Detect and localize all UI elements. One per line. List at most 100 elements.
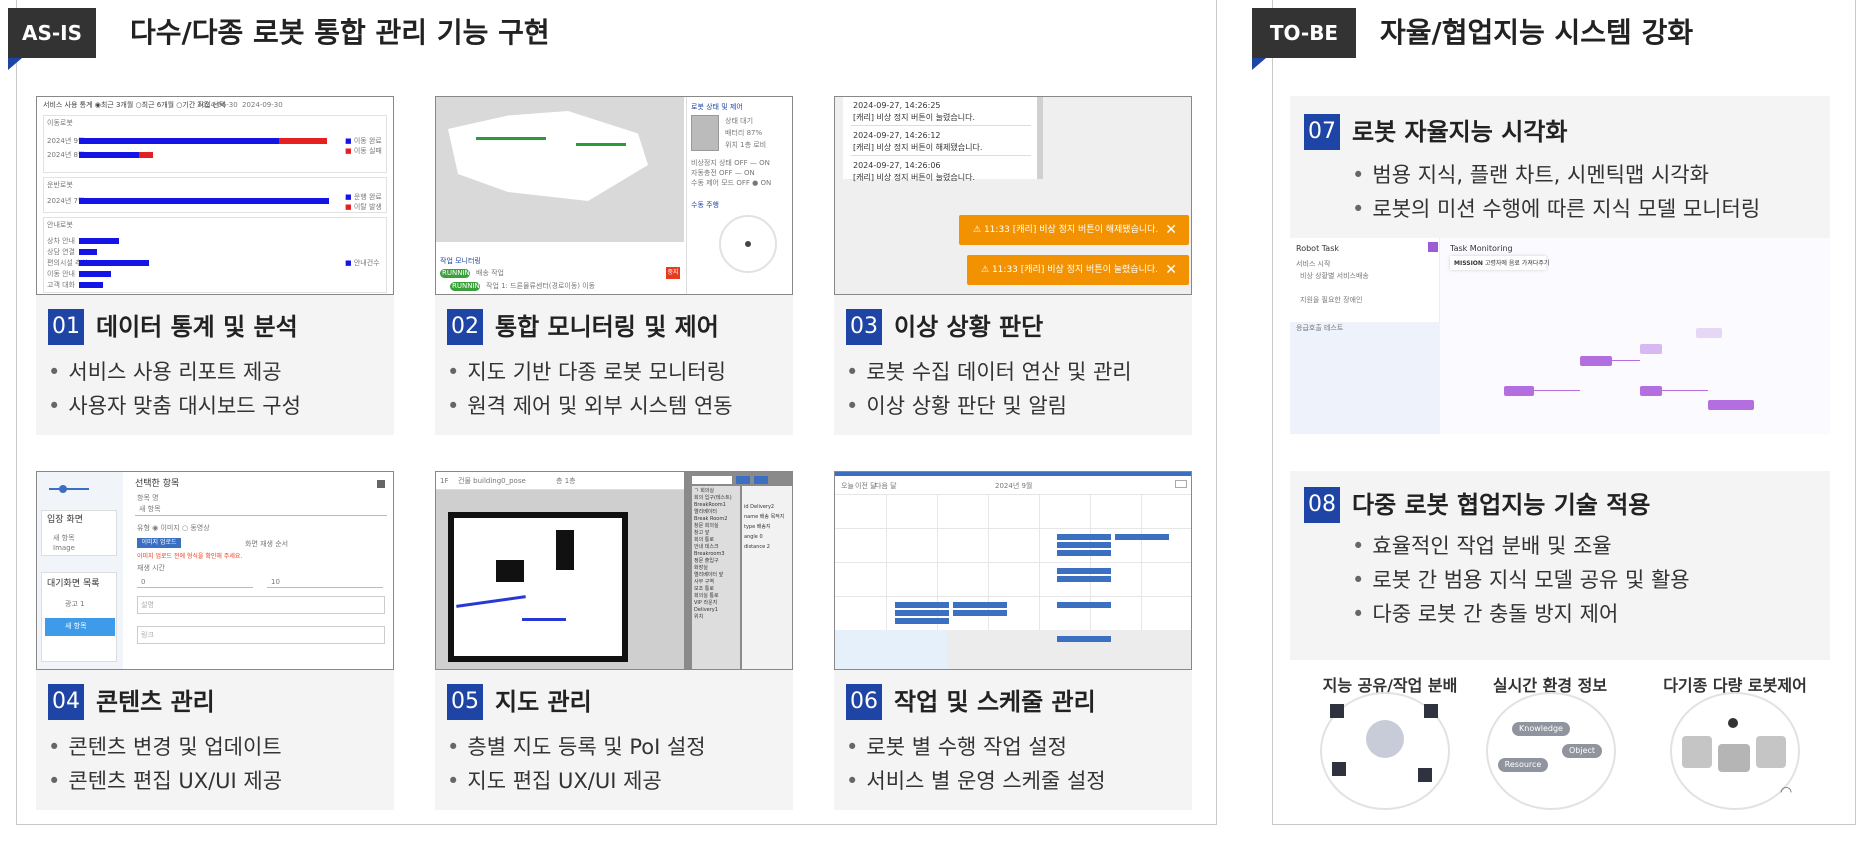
close-icon[interactable]: ✕ bbox=[1165, 255, 1177, 285]
poi-save-button[interactable] bbox=[754, 476, 768, 484]
card-number: 06 bbox=[846, 684, 882, 720]
calendar-event[interactable] bbox=[895, 602, 949, 608]
row-c4: 이동 안내 bbox=[47, 270, 75, 278]
bar-a1-red bbox=[279, 138, 327, 144]
task-item[interactable]: 비상 상황별 서비스배송 bbox=[1300, 272, 1369, 281]
upload-hint: 이미지 업로드 전에 형식을 확인해 주세요. bbox=[137, 553, 243, 560]
prev-month-button[interactable]: 이전 달 bbox=[855, 482, 877, 491]
slider-handle[interactable] bbox=[59, 485, 67, 493]
plan-node[interactable] bbox=[1640, 344, 1662, 354]
toast-text: 11:33 [캐리] 비상 정지 버튼이 눌렸습니다. bbox=[991, 265, 1158, 275]
robot-icon bbox=[1682, 736, 1712, 768]
card-body: 06 작업 및 스케줄 관리 로봇 별 수행 작업 설정 서비스 별 운영 스케… bbox=[834, 670, 1192, 810]
idle-list-item-label: 새 항목 bbox=[65, 622, 87, 630]
calendar-event[interactable] bbox=[1057, 636, 1111, 642]
select-value: 0 bbox=[141, 578, 146, 586]
row-c1: 상차 안내 bbox=[47, 237, 75, 245]
building-select[interactable]: 건물 building0_pose bbox=[458, 477, 526, 486]
poi-select[interactable] bbox=[692, 476, 732, 484]
calendar-event[interactable] bbox=[1057, 534, 1111, 540]
close-icon[interactable]: ✕ bbox=[1165, 215, 1177, 245]
floor-plan-block bbox=[496, 560, 524, 582]
calendar-event[interactable] bbox=[953, 610, 1007, 616]
task-item[interactable]: 지원을 필요한 장애인 bbox=[1300, 296, 1362, 305]
anomaly-screenshot: 2024-09-27, 14:26:25 [캐리] 비상 정지 버튼이 눌렸습니… bbox=[834, 96, 1192, 295]
card-title: 로봇 자율지능 시각화 bbox=[1352, 118, 1568, 146]
floor-plan bbox=[448, 512, 628, 662]
calendar-event[interactable] bbox=[1057, 542, 1111, 548]
toggle-row[interactable]: 수동 제어 모드 OFF ● ON bbox=[691, 179, 771, 188]
calendar-event[interactable] bbox=[1057, 550, 1111, 556]
plan-node[interactable] bbox=[1580, 356, 1612, 366]
map-path bbox=[576, 143, 626, 146]
select-field[interactable] bbox=[267, 574, 383, 588]
stop-button[interactable]: 중지 bbox=[666, 267, 680, 279]
idle-screen-label: 입장 화면 bbox=[47, 515, 83, 525]
bar-b1-blue bbox=[79, 198, 329, 204]
robot-image bbox=[691, 115, 719, 151]
month-label: 2024년 9월 bbox=[995, 482, 1033, 490]
today-button[interactable]: 오늘 bbox=[841, 482, 854, 491]
card-number: 08 bbox=[1304, 487, 1340, 523]
plan-node[interactable] bbox=[1696, 328, 1722, 338]
plan-node[interactable] bbox=[1640, 386, 1662, 396]
bullet-item: 콘텐츠 편집 UX/UI 제공 bbox=[48, 766, 282, 796]
plan-node[interactable] bbox=[1708, 400, 1754, 410]
card-title: 다중 로봇 협업지능 기술 적용 bbox=[1352, 491, 1651, 519]
next-month-button[interactable]: 다음 달 bbox=[875, 482, 897, 491]
section-b bbox=[43, 177, 387, 213]
toggle-row[interactable]: 자동충전 OFF — ON bbox=[691, 169, 755, 178]
alert-toast: ⚠ 11:33 [캐리] 비상 정지 버튼이 해제됐습니다. ✕ bbox=[959, 215, 1189, 245]
bar-c6 bbox=[79, 282, 103, 288]
description-placeholder: 설명 bbox=[141, 601, 154, 609]
calendar-event[interactable] bbox=[1057, 568, 1111, 574]
idle-list-item[interactable]: 광고 1 bbox=[65, 600, 85, 609]
map-canvas[interactable] bbox=[436, 490, 684, 669]
floor-select[interactable]: 층 1층 bbox=[556, 477, 576, 486]
joystick-knob[interactable] bbox=[745, 241, 751, 247]
plan-node[interactable] bbox=[1504, 386, 1534, 396]
bullet-item: 콘텐츠 변경 및 업데이트 bbox=[48, 732, 281, 762]
calendar-event[interactable] bbox=[895, 618, 949, 624]
select-field[interactable] bbox=[137, 574, 253, 588]
running-label: RUNNING bbox=[442, 269, 476, 277]
row-c2: 상담 연결 bbox=[47, 248, 75, 256]
task-item[interactable]: 응급호출 테스트 bbox=[1296, 324, 1343, 333]
bullet-item: 다중 로봇 간 충돌 방지 제어 bbox=[1352, 599, 1618, 629]
upload-button[interactable]: 이미지 업로드 bbox=[137, 538, 181, 548]
toggle-row[interactable]: 비상정지 상태 OFF — ON bbox=[691, 159, 770, 168]
legend-a2: ■ 이동 실패 bbox=[345, 147, 382, 155]
calendar-event[interactable] bbox=[1115, 534, 1169, 540]
card-contents: 입장 화면 새 항목 Image 대기화면 목록 광고 1 새 항목 선택한 항… bbox=[36, 471, 394, 810]
link-field[interactable] bbox=[137, 626, 385, 644]
job-text: 작업 1: 드론물류센터(경로이동) 이동 bbox=[486, 282, 596, 290]
calendar-event[interactable] bbox=[1057, 602, 1111, 608]
poi-list-items[interactable]: ㄱ 회의실 회의 입구(테스트) BreakRoom1 엘리베이터 Break Room… bbox=[694, 488, 732, 621]
trash-icon[interactable] bbox=[377, 480, 385, 488]
card-number: 07 bbox=[1304, 114, 1340, 150]
idle-item-type: Image bbox=[53, 544, 75, 552]
calendar-event[interactable] bbox=[895, 610, 949, 616]
bullet-item: 로봇 수집 데이터 연산 및 관리 bbox=[846, 357, 1131, 387]
map-screenshot: 1F 건물 building0_pose 층 1층 ㄱ 회의실 회의 입구(테스트… bbox=[435, 471, 793, 670]
mission-label: MISSION 고령자에 음료 가져다주기 bbox=[1454, 260, 1550, 267]
poi-add-button[interactable] bbox=[736, 476, 750, 484]
description-field[interactable] bbox=[137, 596, 385, 614]
task-item[interactable]: 서비스 시작 bbox=[1296, 260, 1330, 269]
calendar-event[interactable] bbox=[953, 602, 1007, 608]
kind-row[interactable]: 유형 ◉ 이미지 ○ 동영상 bbox=[137, 524, 210, 533]
robot-head-icon bbox=[1728, 718, 1738, 728]
calendar-event[interactable] bbox=[1057, 576, 1111, 582]
bullet-item: 지도 편집 UX/UI 제공 bbox=[447, 766, 661, 796]
add-task-button[interactable] bbox=[1428, 242, 1438, 252]
contents-screenshot: 입장 화면 새 항목 Image 대기화면 목록 광고 1 새 항목 선택한 항… bbox=[36, 471, 394, 670]
knowledge-chip: Knowledge bbox=[1512, 722, 1570, 736]
name-input[interactable] bbox=[135, 502, 387, 516]
volume-slider[interactable] bbox=[49, 488, 89, 490]
view-toggle[interactable] bbox=[1175, 480, 1187, 488]
card-monitoring: 로봇 상태 및 제어 상태 대기 배터리 87% 위치 1층 로비 비상정지 상… bbox=[435, 96, 793, 435]
card-schedule: 오늘 이전 달 다음 달 2024년 9월 06 작업 및 스케줄 관리 • 로… bbox=[834, 471, 1192, 810]
legend-a1: ■ 이동 완료 bbox=[345, 137, 382, 145]
as-is-tag: AS-IS bbox=[8, 8, 96, 70]
form-title: 선택한 항목 bbox=[135, 479, 180, 489]
